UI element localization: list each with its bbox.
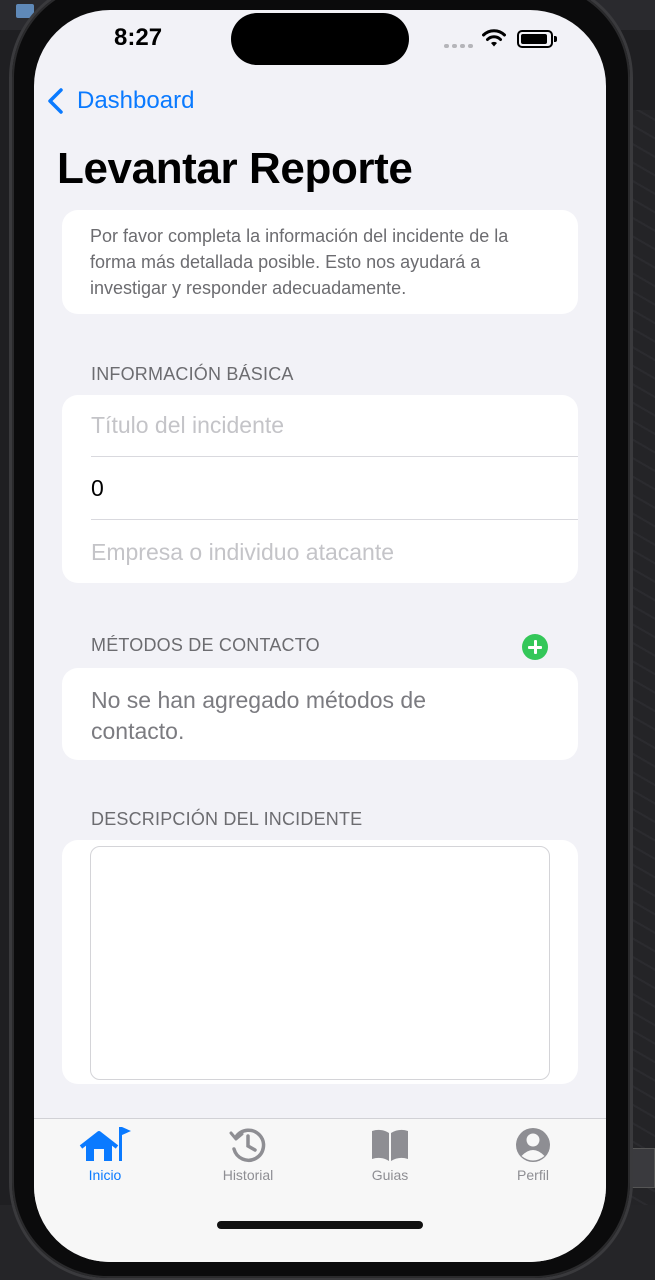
wifi-icon	[482, 29, 506, 47]
intro-card: Por favor completa la información del in…	[62, 210, 578, 314]
house-flag-icon	[79, 1127, 131, 1161]
contact-methods-header: MÉTODOS DE CONTACTO	[91, 635, 320, 655]
attacker-input[interactable]	[91, 538, 561, 566]
home-indicator	[217, 1221, 423, 1229]
description-textarea[interactable]	[90, 846, 550, 1080]
dynamic-island	[231, 13, 409, 65]
description-card	[62, 840, 578, 1084]
add-contact-method-button[interactable]	[522, 634, 548, 660]
amount-input[interactable]	[91, 475, 561, 502]
back-button-label: Dashboard	[77, 87, 195, 114]
tab-inicio-label: Inicio	[88, 1167, 122, 1183]
page-title: Levantar Reporte	[57, 144, 413, 193]
incident-title-input[interactable]	[91, 412, 561, 439]
chevron-left-icon	[48, 88, 63, 114]
phone-frame: 8:27 Dashboard Levantar Reporte Por favo…	[12, 0, 630, 1278]
tab-historial-label: Historial	[222, 1167, 274, 1183]
person-circle-icon	[516, 1128, 550, 1162]
book-icon	[372, 1129, 408, 1161]
tab-bar: Inicio Historial Guias Perfil	[34, 1118, 606, 1262]
clock-history-icon	[229, 1128, 266, 1162]
intro-text: Por favor completa la información del in…	[90, 226, 509, 298]
description-header: DESCRIPCIÓN DEL INCIDENTE	[91, 809, 363, 829]
status-bar: 8:27	[34, 10, 606, 90]
contact-empty-text: No se han agregado métodos de contacto.	[91, 687, 427, 744]
tab-perfil-label: Perfil	[517, 1167, 549, 1183]
back-button[interactable]: Dashboard	[46, 87, 194, 115]
tab-guias[interactable]: Guias	[340, 1125, 440, 1183]
amount-row	[91, 458, 578, 520]
tab-historial[interactable]: Historial	[198, 1125, 298, 1183]
basic-info-header: INFORMACIÓN BÁSICA	[91, 364, 294, 384]
cellular-signal-icon	[444, 44, 473, 48]
status-time: 8:27	[114, 24, 163, 51]
battery-icon	[517, 30, 557, 48]
tab-inicio[interactable]: Inicio	[55, 1125, 155, 1183]
incident-title-row	[91, 395, 578, 457]
basic-info-card	[62, 395, 578, 583]
app-screen: 8:27 Dashboard Levantar Reporte Por favo…	[34, 10, 606, 1262]
folder-icon	[16, 4, 34, 18]
tab-guias-label: Guias	[371, 1167, 409, 1183]
contact-methods-card: No se han agregado métodos de contacto.	[62, 668, 578, 760]
tab-perfil[interactable]: Perfil	[483, 1125, 583, 1183]
attacker-row	[91, 521, 578, 583]
